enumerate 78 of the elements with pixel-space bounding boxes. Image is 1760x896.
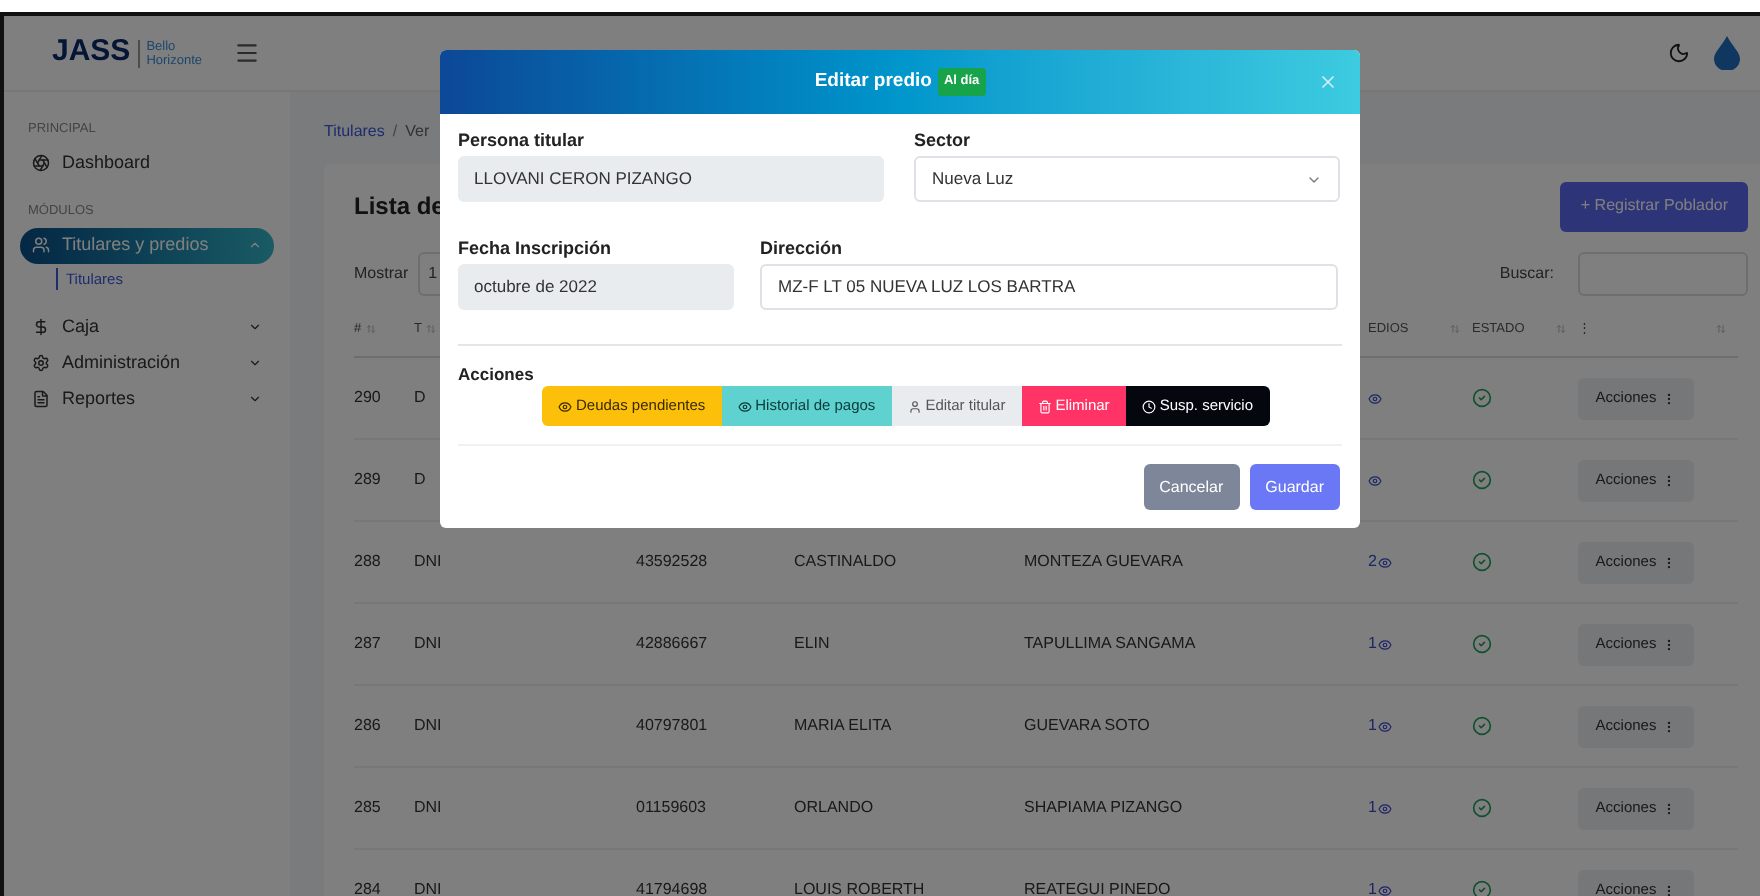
table-cell: D [414, 386, 426, 410]
eye-icon[interactable] [1378, 801, 1393, 815]
user-icon [907, 399, 922, 413]
field-label: Persona titular [458, 130, 587, 152]
table-cell: MARIA ELITA [794, 716, 892, 734]
sidebar-item[interactable]: Titulares y predios [20, 227, 274, 263]
table-cell: 288 [354, 550, 381, 574]
table-cell: TAPULLIMA SANGAMA [1024, 634, 1196, 652]
actions-label: Acciones [458, 364, 534, 386]
table-cell: MONTEZA GUEVARA [1024, 552, 1183, 570]
table-cell: 42886667 [636, 634, 708, 652]
search-label: Buscar: [1499, 262, 1554, 286]
table-cell: SHAPIAMA PIZANGO [1024, 798, 1183, 816]
table-cell: REATEGUI PINEDO [1024, 880, 1171, 896]
gear-icon [32, 354, 50, 373]
water-drop-icon [1714, 36, 1740, 70]
table-cell: 284 [354, 878, 381, 896]
table-cell: LOUIS ROBERTH [794, 880, 925, 896]
table-cell: 1 [1368, 714, 1377, 738]
logo: JASS [52, 32, 131, 73]
table-cell: 1 [1368, 878, 1377, 896]
field-label: Fecha Inscripción [458, 238, 614, 260]
breadcrumb-separator: / [392, 120, 398, 144]
table-cell: ORLANDO [794, 798, 874, 816]
table-cell: 40797801 [636, 716, 708, 734]
table-cell: 41794698 [636, 880, 708, 896]
breadcrumb-link[interactable]: Ver [405, 120, 430, 144]
clock-icon [1141, 399, 1156, 413]
table-cell: 290 [354, 386, 381, 410]
table-cell: D [414, 468, 426, 492]
eye-icon[interactable] [1378, 637, 1393, 651]
eye-icon [558, 399, 572, 413]
table-cell: GUEVARA SOTO [1024, 716, 1150, 734]
show-label: Mostrar [354, 262, 409, 286]
table-cell: DNI [414, 714, 442, 738]
table-cell: 289 [354, 468, 381, 492]
table-cell: DNI [414, 796, 442, 820]
table-cell: 01159603 [636, 798, 706, 816]
trash-icon [1037, 399, 1052, 413]
aperture-icon [32, 154, 50, 173]
table-cell: 1 [1368, 632, 1377, 656]
save-button[interactable]: Guardar [1249, 464, 1340, 510]
table-cell: 287 [354, 632, 381, 656]
sidebar-item[interactable]: Administración [20, 345, 274, 382]
register-button[interactable]: + Registrar Poblador [1560, 181, 1748, 231]
menu-icon[interactable] [234, 40, 261, 66]
eye-icon[interactable] [1368, 473, 1382, 487]
dollar-icon [32, 318, 50, 337]
field-label: Dirección [760, 238, 845, 260]
users-icon [32, 236, 50, 254]
table-cell: 286 [354, 714, 381, 738]
document-icon [32, 390, 50, 409]
table-cell: DNI [414, 550, 442, 574]
table-cell: 2 [1368, 550, 1377, 574]
input-field[interactable]: octubre de 2022 [458, 264, 734, 310]
table-cell: 43592528 [636, 552, 708, 570]
table-cell: CASTINALDO [794, 552, 897, 570]
input-field[interactable]: MZ-F LT 05 NUEVA LUZ LOS BARTRA [760, 264, 1338, 310]
table-cell: DNI [414, 632, 442, 656]
moon-icon[interactable] [1668, 42, 1690, 64]
sector-select[interactable]: Nueva Luz [914, 156, 1340, 202]
breadcrumb-link[interactable]: Titulares [324, 120, 385, 144]
table-cell: ELIN [794, 634, 830, 652]
table-cell: 1 [1368, 796, 1377, 820]
eye-icon[interactable] [1378, 719, 1393, 733]
field-label: Sector [914, 130, 973, 152]
eye-icon[interactable] [1378, 883, 1393, 896]
sidebar-item[interactable]: Caja [20, 309, 274, 346]
table-cell: 285 [354, 796, 381, 820]
sidebar-item[interactable]: Dashboard [20, 145, 274, 182]
eye-icon[interactable] [1368, 391, 1382, 405]
cancel-button[interactable]: Cancelar [1143, 464, 1240, 510]
dialog-title: Editar predio [814, 67, 932, 96]
input-field[interactable]: LLOVANI CERON PIZANGO [458, 156, 884, 202]
eye-icon[interactable] [1378, 555, 1393, 569]
table-cell: DNI [414, 878, 442, 896]
sidebar-item[interactable]: Reportes [20, 381, 274, 418]
eye-icon [737, 399, 752, 413]
